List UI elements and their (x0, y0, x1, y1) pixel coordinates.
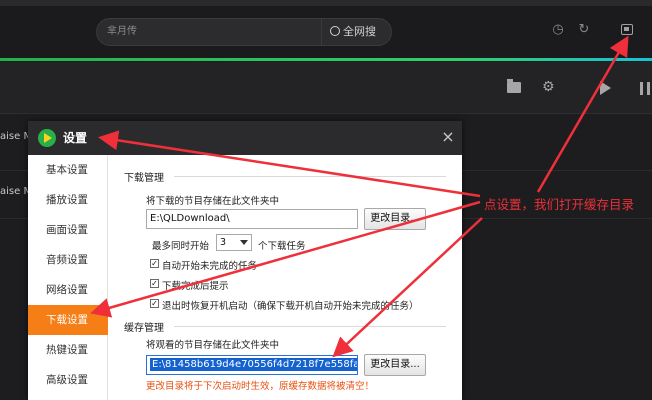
arrow-to-mini-mode (536, 35, 629, 193)
arrow-to-download-tab (90, 200, 481, 318)
annotation-text: 点设置，我们打开缓存目录 (484, 197, 635, 212)
arrow-to-settings-title (98, 130, 481, 198)
arrow-to-cache-path (332, 217, 483, 358)
